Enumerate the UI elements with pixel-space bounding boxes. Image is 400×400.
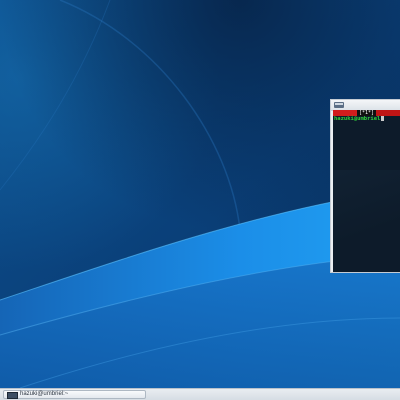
desktop[interactable]: [*1*] hazuki@umbriel <box>0 0 400 388</box>
terminal-icon[interactable] <box>334 102 344 108</box>
text-cursor <box>381 116 385 121</box>
terminal-window[interactable]: [*1*] hazuki@umbriel <box>330 99 400 273</box>
taskbar-window-label: hazuki@umbriel:~ <box>20 391 69 397</box>
taskbar: hazuki@umbriel:~ <box>0 388 400 400</box>
prompt-text: hazuki@umbriel <box>334 116 381 122</box>
terminal-icon <box>7 392 18 399</box>
shell-prompt: hazuki@umbriel <box>334 116 385 123</box>
terminal-content[interactable]: [*1*] hazuki@umbriel <box>333 110 400 272</box>
terminal-reflection <box>333 170 400 272</box>
taskbar-window-button[interactable]: hazuki@umbriel:~ <box>3 390 146 399</box>
